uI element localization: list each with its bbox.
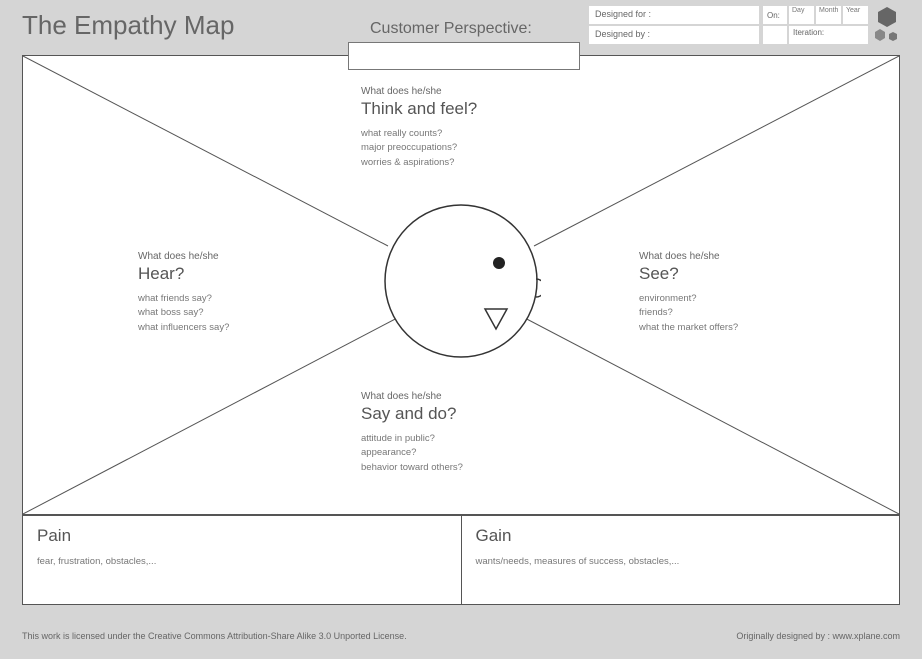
on-label: On:	[763, 6, 787, 24]
hear-p1: what friends say?	[138, 292, 318, 306]
perspective-input[interactable]	[348, 42, 580, 70]
think-p2: major preoccupations?	[361, 141, 561, 155]
hear-p3: what influencers say?	[138, 321, 318, 335]
say-p2: appearance?	[361, 446, 561, 460]
quadrant-hear: What does he/she Hear? what friends say?…	[138, 251, 318, 335]
see-p1: environment?	[639, 292, 819, 306]
logo-hexes	[874, 6, 900, 46]
say-p1: attitude in public?	[361, 432, 561, 446]
think-lead: What does he/she	[361, 86, 561, 97]
designed-by-field[interactable]: Designed by :	[589, 26, 759, 44]
think-p1: what really counts?	[361, 127, 561, 141]
face-icon	[381, 201, 541, 361]
quadrant-see: What does he/she See? environment? frien…	[639, 251, 819, 335]
empathy-canvas: What does he/she Think and feel? what re…	[22, 55, 900, 515]
perspective-label: Customer Perspective:	[370, 20, 532, 38]
say-head: Say and do?	[361, 404, 561, 424]
footer-credit: Originally designed by : www.xplane.com	[736, 631, 900, 641]
year-field[interactable]: Year	[843, 6, 868, 24]
day-field[interactable]: Day	[789, 6, 814, 24]
pain-gain-row: Pain fear, frustration, obstacles,... Ga…	[22, 515, 900, 605]
quadrant-say-do: What does he/she Say and do? attitude in…	[361, 391, 561, 475]
say-lead: What does he/she	[361, 391, 561, 402]
hear-p2: what boss say?	[138, 306, 318, 320]
meta-block: Designed for : Designed by : On: Day Mon…	[589, 6, 900, 46]
see-lead: What does he/she	[639, 251, 819, 262]
hear-head: Hear?	[138, 264, 318, 284]
think-p3: worries & aspirations?	[361, 156, 561, 170]
see-p2: friends?	[639, 306, 819, 320]
gain-text: wants/needs, measures of success, obstac…	[476, 556, 886, 567]
see-p3: what the market offers?	[639, 321, 819, 335]
pain-text: fear, frustration, obstacles,...	[37, 556, 447, 567]
gain-title: Gain	[476, 526, 886, 546]
page-title: The Empathy Map	[22, 10, 234, 41]
pain-title: Pain	[37, 526, 447, 546]
hear-lead: What does he/she	[138, 251, 318, 262]
pain-box: Pain fear, frustration, obstacles,...	[22, 515, 462, 605]
iteration-field[interactable]: Iteration:	[789, 26, 868, 44]
think-head: Think and feel?	[361, 99, 561, 119]
designed-for-field[interactable]: Designed for :	[589, 6, 759, 24]
say-p3: behavior toward others?	[361, 461, 561, 475]
gain-box: Gain wants/needs, measures of success, o…	[462, 515, 901, 605]
month-field[interactable]: Month	[816, 6, 841, 24]
quadrant-think-feel: What does he/she Think and feel? what re…	[361, 86, 561, 170]
footer-license: This work is licensed under the Creative…	[22, 631, 407, 641]
see-head: See?	[639, 264, 819, 284]
